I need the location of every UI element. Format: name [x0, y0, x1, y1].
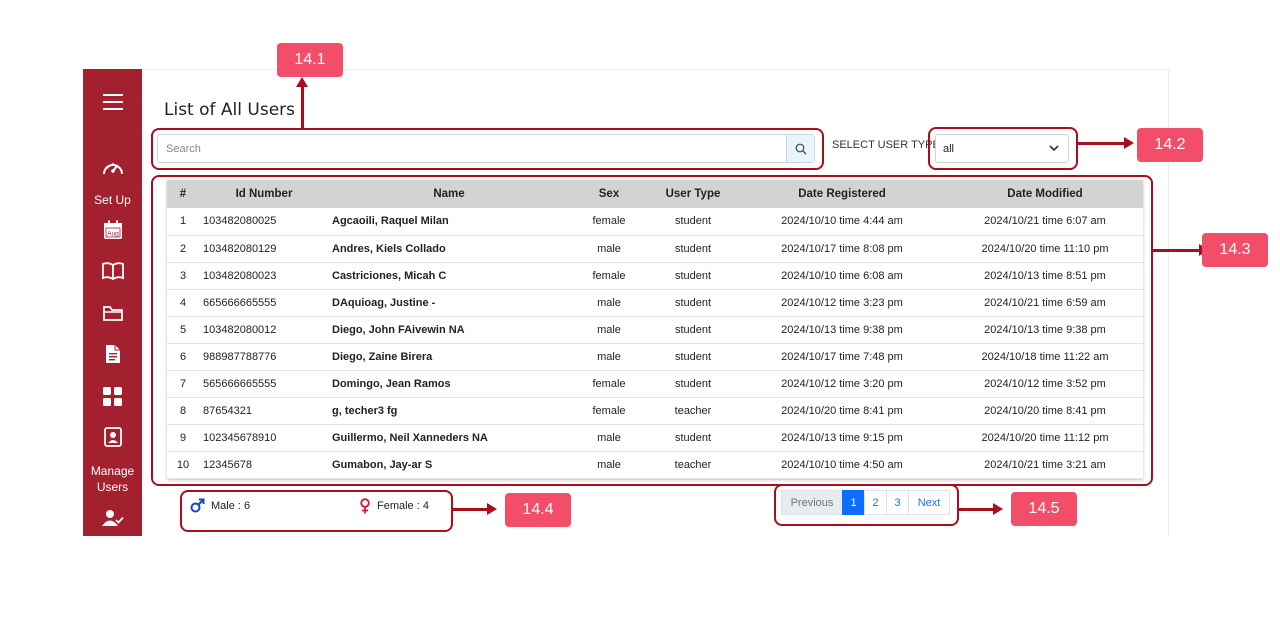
annotation-tag-14-5: 14.5	[1011, 492, 1077, 526]
user-check-icon[interactable]	[83, 507, 142, 529]
annotation-tag-14-2: 14.2	[1137, 128, 1203, 162]
screenshot-stage: Set Up Aug Manage Users List of All User…	[0, 0, 1280, 644]
annotation-box-table	[151, 175, 1153, 486]
annotation-box-user-type	[928, 127, 1078, 170]
calendar-icon[interactable]: Aug	[83, 219, 142, 241]
annotation-tag-14-1: 14.1	[277, 43, 343, 77]
dashboard-gauge-icon[interactable]	[83, 157, 142, 179]
annotation-arrow-right	[1078, 137, 1134, 149]
annotation-arrow-right	[959, 503, 1003, 515]
document-icon[interactable]	[83, 343, 142, 365]
annotation-arrow-right	[1153, 244, 1209, 256]
menu-icon[interactable]	[83, 91, 142, 113]
page-title: List of All Users	[164, 100, 295, 120]
annotation-box-pagination	[774, 484, 959, 526]
sidebar-item-users[interactable]: Users	[83, 479, 142, 495]
sidebar-item-manage[interactable]: Manage	[83, 463, 142, 479]
annotation-arrow-up	[296, 77, 308, 128]
annotation-box-counts	[180, 490, 453, 532]
grid-icon[interactable]	[83, 385, 142, 407]
annotation-arrow-right	[453, 503, 497, 515]
id-card-icon[interactable]	[83, 426, 142, 448]
annotation-box-search	[151, 128, 824, 170]
book-icon[interactable]	[83, 260, 142, 282]
calendar-month-text: Aug	[107, 231, 119, 238]
sidebar-item-setup[interactable]: Set Up	[83, 192, 142, 208]
user-type-label: SELECT USER TYPE:	[832, 139, 943, 151]
sidebar: Set Up Aug Manage Users	[83, 69, 142, 536]
annotation-tag-14-3: 14.3	[1202, 233, 1268, 267]
folder-icon[interactable]	[83, 302, 142, 324]
annotation-tag-14-4: 14.4	[505, 493, 571, 527]
